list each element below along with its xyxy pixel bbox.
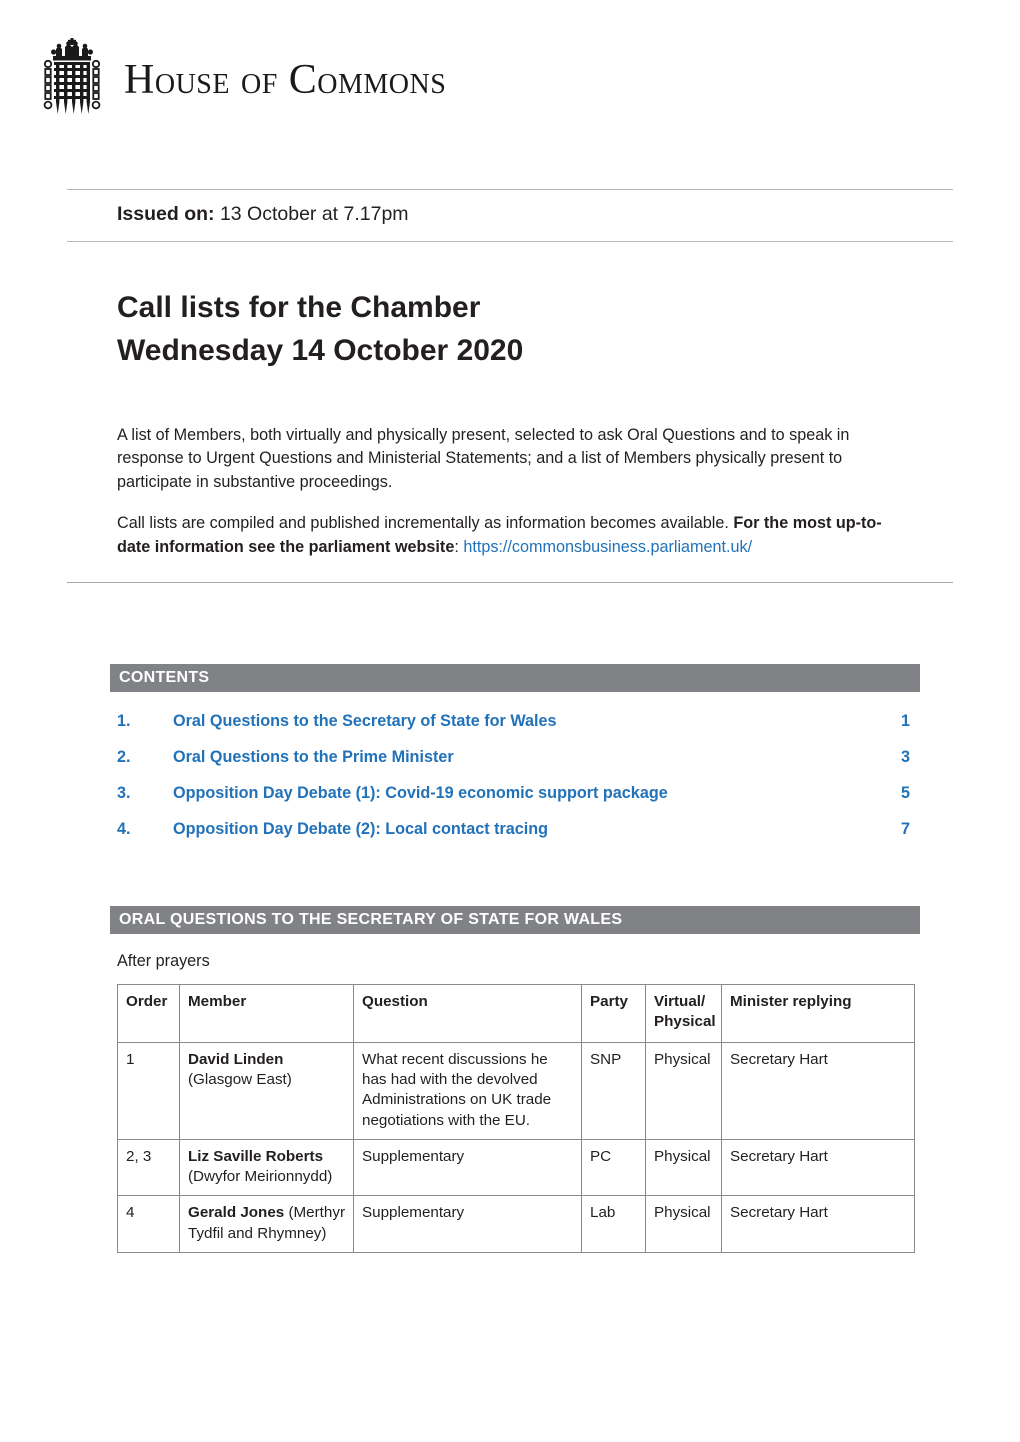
- table-row: 2, 3 Liz Saville Roberts (Dwyfor Meirionn…: [117, 1138, 915, 1197]
- contents-item-3-number: 3.: [117, 784, 131, 802]
- column-header-virtual-physical: Virtual/Physical: [645, 984, 722, 1043]
- intro-paragraph-1: A list of Members, both virtually and ph…: [117, 426, 850, 491]
- divider-below-issued: [67, 241, 953, 242]
- contents-item-2[interactable]: 2. Oral Questions to the Prime Minister …: [117, 748, 910, 784]
- cell-order: 2, 3: [117, 1138, 180, 1197]
- issued-on-value: 13 October at 7.17pm: [219, 203, 409, 225]
- intro-paragraph-2-colon: :: [454, 537, 464, 556]
- contents-item-3[interactable]: 3. Opposition Day Debate (1): Covid-19 e…: [117, 784, 910, 820]
- divider-below-intro: [67, 582, 953, 583]
- wordmark-of: OF: [240, 69, 278, 100]
- call-list-table: Order Member Question Party Virtual/Phys…: [117, 984, 915, 1253]
- member-constituency: (Glasgow East): [188, 1071, 292, 1089]
- contents-item-4-number: 4.: [117, 820, 131, 838]
- member-name: Gerald Jones: [188, 1204, 285, 1222]
- cell-minister-replying: Secretary Hart: [721, 1195, 915, 1253]
- contents-item-1-number: 1.: [117, 712, 131, 730]
- cell-party: Lab: [581, 1195, 646, 1253]
- section-note: After prayers: [117, 952, 210, 970]
- cell-member: David Linden (Glasgow East): [179, 1042, 354, 1140]
- table-row: 1 David Linden (Glasgow East) What recent…: [117, 1042, 915, 1140]
- portcullis-crown-icon: [43, 38, 101, 114]
- divider-above-issued: [67, 189, 953, 190]
- cell-minister-replying: Secretary Hart: [721, 1138, 915, 1197]
- table-header-row: Order Member Question Party Virtual/Phys…: [117, 984, 915, 1043]
- masthead: HOUSE OF COMMONS: [38, 36, 446, 128]
- member-name: Liz Saville Roberts: [188, 1147, 324, 1165]
- contents-item-4-page: 7: [900, 820, 910, 838]
- section-heading-label: ORAL QUESTIONS TO THE SECRETARY OF STATE…: [119, 911, 623, 928]
- contents-item-3-label[interactable]: Opposition Day Debate (1): Covid-19 econ…: [173, 784, 901, 803]
- cell-member: Gerald Jones (Merthyr Tydfil and Rhymney…: [179, 1195, 354, 1253]
- column-header-member: Member: [179, 984, 354, 1043]
- wordmark-ommons: OMMONS: [317, 69, 447, 100]
- cell-order: 1: [117, 1042, 180, 1140]
- page-title-line2: Wednesday 14 October 2020: [117, 333, 524, 367]
- contents-item-2-number: 2.: [117, 748, 131, 766]
- cell-question: What recent discussions he has had with …: [353, 1042, 582, 1140]
- column-header-party: Party: [581, 984, 646, 1043]
- cell-question: Supplementary: [353, 1195, 582, 1253]
- column-header-order: Order: [117, 984, 180, 1043]
- section-heading-bar: ORAL QUESTIONS TO THE SECRETARY OF STATE…: [110, 906, 920, 934]
- call-list-table-body: 1 David Linden (Glasgow East) What recent…: [117, 1042, 915, 1253]
- table-row: 4 Gerald Jones (Merthyr Tydfil and Rhymn…: [117, 1195, 915, 1253]
- page-title-line1: Call lists for the Chamber: [117, 291, 481, 324]
- column-header-virtual-physical-line1: Virtual/: [654, 993, 706, 1010]
- contents-heading-bar: CONTENTS: [110, 664, 920, 692]
- page-title: Call lists for the Chamber Wednesday 14 …: [117, 287, 523, 372]
- contents-list: 1. Oral Questions to the Secretary of St…: [117, 712, 910, 856]
- contents-heading-label: CONTENTS: [119, 669, 210, 686]
- column-header-minister-replying: Minister replying: [721, 984, 915, 1043]
- wordmark-ouse: OUSE: [154, 69, 230, 100]
- contents-item-4[interactable]: 4. Opposition Day Debate (2): Local cont…: [117, 820, 910, 856]
- contents-item-4-label[interactable]: Opposition Day Debate (2): Local contact…: [173, 820, 901, 839]
- house-of-commons-wordmark: HOUSE OF COMMONS: [124, 59, 446, 105]
- cell-virtual-physical: Physical: [645, 1195, 722, 1253]
- contents-item-2-page: 3: [900, 748, 910, 766]
- cell-virtual-physical: Physical: [645, 1138, 722, 1197]
- contents-item-1[interactable]: 1. Oral Questions to the Secretary of St…: [117, 712, 910, 748]
- intro-paragraph-2-plain: Call lists are compiled and published in…: [117, 514, 734, 533]
- cell-party: SNP: [581, 1042, 646, 1140]
- issued-on: Issued on: 13 October at 7.17pm: [117, 203, 409, 226]
- member-constituency: (Dwyfor Meirionnydd): [188, 1168, 333, 1186]
- intro-text: A list of Members, both virtually and ph…: [117, 424, 907, 559]
- cell-order: 4: [117, 1195, 180, 1253]
- cell-minister-replying: Secretary Hart: [721, 1042, 915, 1140]
- call-list-table-head: Order Member Question Party Virtual/Phys…: [117, 984, 915, 1043]
- contents-item-1-page: 1: [900, 712, 910, 730]
- column-header-question: Question: [353, 984, 582, 1043]
- column-header-virtual-physical-line2: Physical: [654, 1013, 716, 1031]
- cell-member: Liz Saville Roberts (Dwyfor Meirionnydd): [179, 1138, 354, 1197]
- contents-item-2-label[interactable]: Oral Questions to the Prime Minister: [173, 748, 901, 767]
- cell-virtual-physical: Physical: [645, 1042, 722, 1140]
- wordmark-h: H: [124, 57, 155, 103]
- wordmark-c: C: [288, 57, 318, 103]
- contents-item-1-label[interactable]: Oral Questions to the Secretary of State…: [173, 712, 901, 731]
- contents-item-3-page: 5: [900, 784, 910, 802]
- cell-party: PC: [581, 1138, 646, 1197]
- member-name: David Linden: [188, 1051, 284, 1068]
- cell-question: Supplementary: [353, 1138, 582, 1197]
- parliament-website-link[interactable]: https://commonsbusiness.parliament.uk/: [463, 538, 752, 556]
- intro-paragraph-2: Call lists are compiled and published in…: [117, 512, 907, 559]
- issued-on-label: Issued on:: [117, 203, 215, 225]
